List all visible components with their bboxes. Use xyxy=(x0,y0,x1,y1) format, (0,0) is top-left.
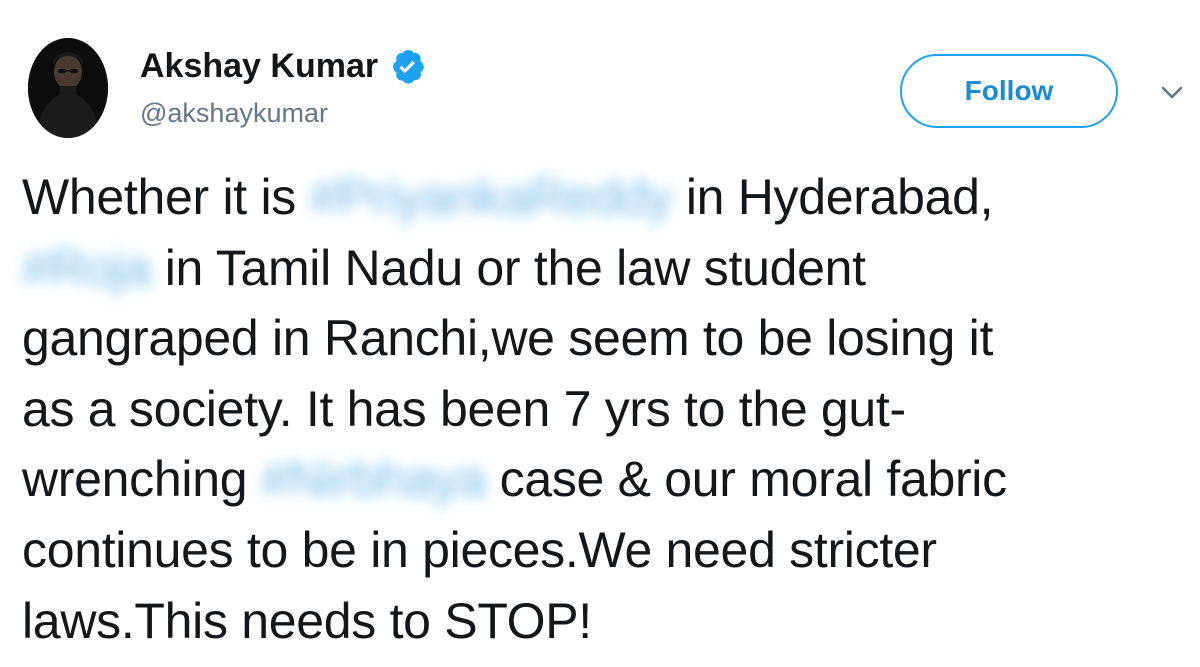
hashtag-link-blurred[interactable]: #Nirbhaya xyxy=(261,444,487,515)
follow-button-label: Follow xyxy=(964,75,1054,106)
tweet-text: Whether it is #PriyankaReddy in Hyderaba… xyxy=(22,162,1190,656)
hashtag-link-blurred[interactable]: #PriyankaReddy xyxy=(310,162,673,233)
display-name[interactable]: Akshay Kumar xyxy=(140,47,378,86)
tweet-text-segment: Whether it is xyxy=(22,169,296,225)
tweet-line-5: wrenching #Nirbhaya case & our moral fab… xyxy=(22,444,1190,515)
tweet-line-4: as a society. It has been 7 yrs to the g… xyxy=(22,380,906,437)
profile-photo xyxy=(28,38,108,138)
tweet-line-7: laws.This needs to STOP! xyxy=(22,592,592,649)
tweet-card: Akshay Kumar @akshaykumar Follow Whether… xyxy=(0,0,1200,667)
author-handle[interactable]: @akshaykumar xyxy=(140,98,328,129)
avatar[interactable] xyxy=(28,38,108,138)
tweet-text-segment: in Hyderabad, xyxy=(685,169,994,225)
tweet-text-segment: wrenching xyxy=(22,451,248,508)
tweet-line-3: gangraped in Ranchi,we seem to be losing… xyxy=(22,310,994,367)
tweet-line-6: continues to be in pieces.We need strict… xyxy=(22,521,937,578)
author-name-row: Akshay Kumar xyxy=(140,46,426,86)
verified-badge-icon xyxy=(388,47,426,85)
hashtag-link-blurred[interactable]: #Roja xyxy=(22,233,151,304)
tweet-text-segment: case & our moral fabric xyxy=(499,451,1007,508)
tweet-text-segment: in Tamil Nadu or the law student xyxy=(164,239,866,296)
tweet-line-1: Whether it is #PriyankaReddy in Hyderaba… xyxy=(22,162,1190,233)
tweet-line-2: #Roja in Tamil Nadu or the law student xyxy=(22,233,1190,304)
chevron-down-icon[interactable] xyxy=(1158,78,1186,106)
follow-button[interactable]: Follow xyxy=(900,54,1118,128)
